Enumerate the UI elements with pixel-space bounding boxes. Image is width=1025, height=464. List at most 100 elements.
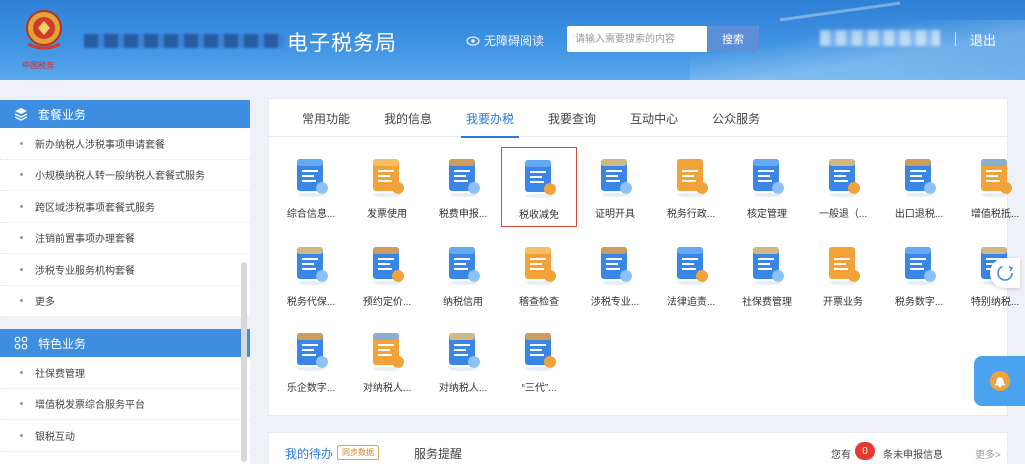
site-header: 中国税务 电子税务局 无障碍阅读 搜索 退出 bbox=[0, 0, 1025, 80]
tab-bar: 常用功能 我的信息 我要办税 我要查询 互动中心 公众服务 bbox=[269, 99, 1007, 138]
function-item[interactable]: 证明开具 bbox=[577, 147, 653, 227]
function-label: 开票业务 bbox=[823, 297, 863, 308]
sidebar-section-package[interactable]: 套餐业务 bbox=[0, 100, 250, 128]
bullet-icon bbox=[20, 267, 23, 271]
function-item[interactable]: 发票使用 bbox=[349, 147, 425, 227]
tax-emblem-logo bbox=[26, 10, 62, 50]
sidebar-item-label: 跨区域涉税事项套餐式服务 bbox=[35, 202, 155, 214]
function-item[interactable]: 乐企数字... bbox=[273, 321, 349, 401]
three-agency-icon bbox=[525, 333, 556, 371]
function-item[interactable]: 对纳税人... bbox=[349, 321, 425, 401]
function-label: 一般退（... bbox=[818, 209, 868, 220]
function-label: 增值税抵... bbox=[970, 209, 1020, 220]
inspection-icon bbox=[525, 247, 556, 285]
sidebar-item[interactable]: 银税互动 bbox=[0, 420, 250, 452]
sidebar-item-label: 更多 bbox=[35, 297, 55, 309]
function-label: 出口退税... bbox=[894, 209, 944, 220]
accessible-reading-label: 无障碍阅读 bbox=[484, 34, 545, 48]
refresh-widget[interactable] bbox=[990, 258, 1020, 288]
sidebar-item[interactable]: 社保费管理 bbox=[0, 357, 250, 389]
section-gap bbox=[0, 317, 250, 329]
function-item[interactable]: 税收减免 bbox=[501, 147, 577, 227]
function-label: 发票使用 bbox=[367, 209, 407, 220]
featured-list: 社保费管理 增值税发票综合服务平台 银税互动 bbox=[0, 357, 250, 452]
function-item[interactable]: 核定管理 bbox=[729, 147, 805, 227]
function-label: 乐企数字... bbox=[286, 383, 336, 394]
bullet-icon bbox=[20, 204, 23, 208]
function-item[interactable]: 纳税信用 bbox=[425, 235, 501, 315]
sidebar-item-label: 注销前置事项办理套餐 bbox=[35, 234, 135, 246]
function-item[interactable]: 税务行政... bbox=[653, 147, 729, 227]
function-item[interactable]: 社保费管理 bbox=[729, 235, 805, 315]
you-have-text: 您有 bbox=[831, 450, 851, 461]
notification-widget[interactable] bbox=[974, 356, 1025, 406]
function-item[interactable]: 税费申报... bbox=[425, 147, 501, 227]
taxpayer-b-icon bbox=[449, 333, 480, 371]
vat-deduct-icon bbox=[981, 159, 1012, 197]
bullet-icon bbox=[20, 236, 23, 240]
function-label: 纳税信用 bbox=[443, 297, 483, 308]
tab-handle-tax[interactable]: 我要办税 bbox=[449, 99, 531, 138]
tab-my-info[interactable]: 我的信息 bbox=[367, 99, 449, 137]
sidebar-item[interactable]: 增值税发票综合服务平台 bbox=[0, 389, 250, 420]
sidebar-item[interactable]: 注销前置事项办理套餐 bbox=[0, 223, 250, 254]
taxpayer-a-icon bbox=[373, 333, 404, 371]
function-item[interactable]: 综合信息... bbox=[273, 147, 349, 227]
sidebar-section-featured[interactable]: 特色业务 bbox=[0, 329, 250, 357]
function-label: 特别纳税... bbox=[970, 297, 1020, 308]
search-button[interactable]: 搜索 bbox=[707, 26, 759, 52]
pending-count-badge: 0 bbox=[855, 442, 875, 460]
sidebar-item-label: 社保费管理 bbox=[35, 368, 85, 380]
sidebar-item-label: 增值税发票综合服务平台 bbox=[35, 400, 145, 412]
export-refund-icon bbox=[905, 159, 936, 197]
sidebar-item[interactable]: 涉税专业服务机构套餐 bbox=[0, 254, 250, 286]
function-item[interactable]: 一般退（... bbox=[805, 147, 881, 227]
function-item[interactable]: 对纳税人... bbox=[425, 321, 501, 401]
bullet-icon bbox=[20, 173, 23, 177]
tax-declare-icon bbox=[449, 159, 480, 197]
professional-service-icon bbox=[601, 247, 632, 285]
social-security-icon bbox=[753, 247, 784, 285]
sidebar-item[interactable]: 小规模纳税人转一般纳税人套餐式服务 bbox=[0, 160, 250, 191]
function-item[interactable]: 增值税抵... bbox=[957, 147, 1025, 227]
service-reminder-tab[interactable]: 服务提醒 bbox=[414, 445, 462, 462]
function-label: 法律追责... bbox=[666, 297, 716, 308]
bell-icon bbox=[989, 371, 1010, 391]
tab-public-service[interactable]: 公众服务 bbox=[695, 99, 777, 137]
my-todo-tab[interactable]: 我的待办 bbox=[285, 445, 333, 462]
sidebar-item[interactable]: 新办纳税人涉税事项申请套餐 bbox=[0, 128, 250, 160]
tab-common[interactable]: 常用功能 bbox=[285, 99, 367, 137]
package-list: 新办纳税人涉税事项申请套餐 小规模纳税人转一般纳税人套餐式服务 跨区域涉税事项套… bbox=[0, 128, 250, 317]
function-label: 对纳税人... bbox=[362, 383, 412, 394]
sidebar-scrollbar[interactable] bbox=[241, 262, 247, 462]
function-item[interactable]: 涉税专业... bbox=[577, 235, 653, 315]
function-item[interactable]: 税务数字... bbox=[881, 235, 957, 315]
logout-link[interactable]: 退出 bbox=[970, 30, 996, 49]
tax-admin-icon bbox=[677, 159, 708, 197]
tab-interaction[interactable]: 互动中心 bbox=[613, 99, 695, 137]
function-label: 对纳税人... bbox=[438, 383, 488, 394]
sidebar-section-title: 特色业务 bbox=[38, 336, 87, 351]
sidebar-item[interactable]: 跨区域涉税事项套餐式服务 bbox=[0, 191, 250, 223]
site-title: 电子税务局 bbox=[287, 32, 397, 55]
function-label: “三代”... bbox=[521, 383, 557, 394]
function-item[interactable]: 法律追责... bbox=[653, 235, 729, 315]
sync-data-button[interactable]: 同步数据 bbox=[337, 445, 379, 460]
function-item[interactable]: 稽查检查 bbox=[501, 235, 577, 315]
tab-query[interactable]: 我要查询 bbox=[531, 99, 613, 137]
function-item[interactable]: “三代”... bbox=[501, 321, 577, 401]
function-item[interactable]: 税务代保... bbox=[273, 235, 349, 315]
sidebar-item-more[interactable]: 更多 bbox=[0, 286, 250, 317]
function-label: 社保费管理 bbox=[742, 297, 792, 308]
function-item[interactable]: 预约定价... bbox=[349, 235, 425, 315]
more-link[interactable]: 更多> bbox=[975, 446, 1001, 461]
accessible-reading-link[interactable]: 无障碍阅读 bbox=[466, 32, 544, 49]
leqi-icon bbox=[297, 333, 328, 371]
sidebar-item-label: 新办纳税人涉税事项申请套餐 bbox=[35, 139, 165, 151]
function-label: 涉税专业... bbox=[590, 297, 640, 308]
bullet-icon bbox=[20, 370, 23, 374]
search-input[interactable] bbox=[567, 26, 707, 52]
sidebar-item-label: 小规模纳税人转一般纳税人套餐式服务 bbox=[35, 171, 205, 183]
function-item[interactable]: 出口退税... bbox=[881, 147, 957, 227]
function-item[interactable]: 开票业务 bbox=[805, 235, 881, 315]
